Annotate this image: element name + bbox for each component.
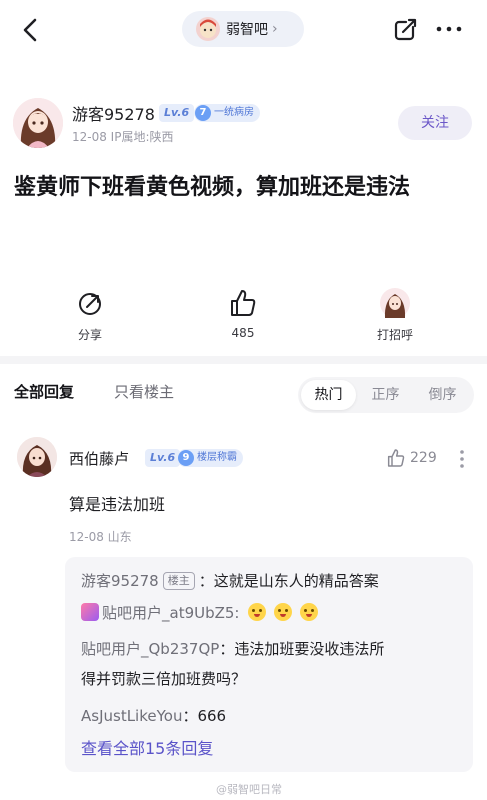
reply-user[interactable]: 贴吧用户_at9UbZ5: (102, 604, 240, 622)
author-avatar[interactable] (13, 98, 63, 148)
share-action[interactable]: 分享 (50, 288, 130, 343)
comment-text: 算是违法加班 (69, 495, 166, 514)
forum-name: 弱智吧 (226, 22, 268, 38)
sort-desc[interactable]: 倒序 (415, 380, 470, 410)
reply-item: 贴吧用户_Qb237QP：违法加班要没收违法所 (81, 634, 384, 664)
author-name[interactable]: 游客95278 (72, 101, 155, 125)
follow-button[interactable]: 关注 (398, 106, 472, 140)
watermark: @弱智吧日常 (216, 783, 282, 796)
tab-op-only[interactable]: 只看楼主 (114, 381, 174, 402)
commenter-avatar[interactable] (17, 437, 57, 477)
reply-user[interactable]: 贴吧用户_Qb237QP (81, 640, 219, 658)
forum-avatar (196, 17, 220, 41)
greet-avatar-icon (380, 288, 410, 318)
like-count: 485 (231, 326, 255, 340)
greet-action[interactable]: 打招呼 (355, 288, 435, 343)
view-all-replies-link[interactable]: 查看全部15条回复 (81, 735, 213, 759)
sort-asc[interactable]: 正序 (358, 380, 413, 410)
level-badge: Lv.6 (145, 449, 181, 467)
reply-item: AsJustLikeYou：666 (81, 701, 226, 731)
op-tag: 楼主 (162, 572, 195, 590)
thumbs-up-icon (387, 449, 405, 467)
comment-meta: 12-08 山东 (69, 530, 132, 544)
post-meta: 12-08 IP属地:陕西 (72, 130, 174, 144)
rank-number: 7 (195, 105, 211, 121)
reply-text: ：违法加班要没收违法所 (219, 640, 385, 658)
level-badge: Lv.6 (159, 104, 195, 122)
rank-badge: 7 一统病房 (194, 104, 260, 122)
greet-label: 打招呼 (376, 328, 413, 342)
more-options-icon[interactable] (434, 16, 464, 42)
share-icon[interactable] (393, 16, 419, 42)
chevron-right-icon: › (272, 21, 278, 37)
thumbs-up-icon (231, 290, 256, 316)
reply-item: 游客95278 楼主 ：这就是山东人的精品答案 (81, 566, 379, 596)
sort-hot[interactable]: 热门 (301, 380, 356, 410)
comment-like-button[interactable]: 229 (386, 446, 437, 470)
commenter-name[interactable]: 西伯藤卢 (69, 448, 129, 469)
sort-toggle: 热门 正序 倒序 (298, 377, 474, 413)
rank-title: 一统病房 (214, 107, 254, 118)
reply-preview-box[interactable]: 游客95278 楼主 ：这就是山东人的精品答案 贴吧用户_at9UbZ5: 贴吧用户… (65, 557, 473, 772)
reply-user[interactable]: 游客95278 (81, 572, 159, 590)
comment-like-count: 229 (410, 450, 437, 466)
top-bar: 弱智吧 › (0, 0, 487, 60)
share-icon (79, 293, 101, 315)
post-title: 鉴黄师下班看黄色视频，算加班还是违法 (14, 175, 411, 200)
rank-title: 楼层称霸 (197, 452, 237, 463)
reply-item: 贴吧用户_at9UbZ5: (81, 598, 318, 628)
clap-emoji-icon (273, 603, 292, 621)
share-label: 分享 (77, 328, 102, 342)
more-vertical-icon[interactable] (452, 448, 472, 470)
forum-link[interactable]: 弱智吧 › (182, 11, 304, 47)
back-arrow-icon[interactable] (18, 16, 44, 44)
rank-badge: 9 楼层称霸 (177, 449, 243, 467)
reply-user[interactable]: AsJustLikeYou (81, 707, 182, 725)
clap-emoji-icon (299, 603, 318, 621)
section-divider (0, 356, 487, 364)
reply-text: ：这就是山东人的精品答案 (198, 572, 379, 590)
shocked-emoji-icon (247, 603, 266, 621)
rank-number: 9 (178, 450, 194, 466)
reply-text-continued: 得并罚款三倍加班费吗？ (81, 670, 247, 688)
reply-text: ：666 (182, 707, 227, 725)
like-action[interactable]: 485 (203, 288, 283, 340)
vip-icon (81, 603, 99, 621)
tab-all-replies[interactable]: 全部回复 (14, 381, 74, 402)
